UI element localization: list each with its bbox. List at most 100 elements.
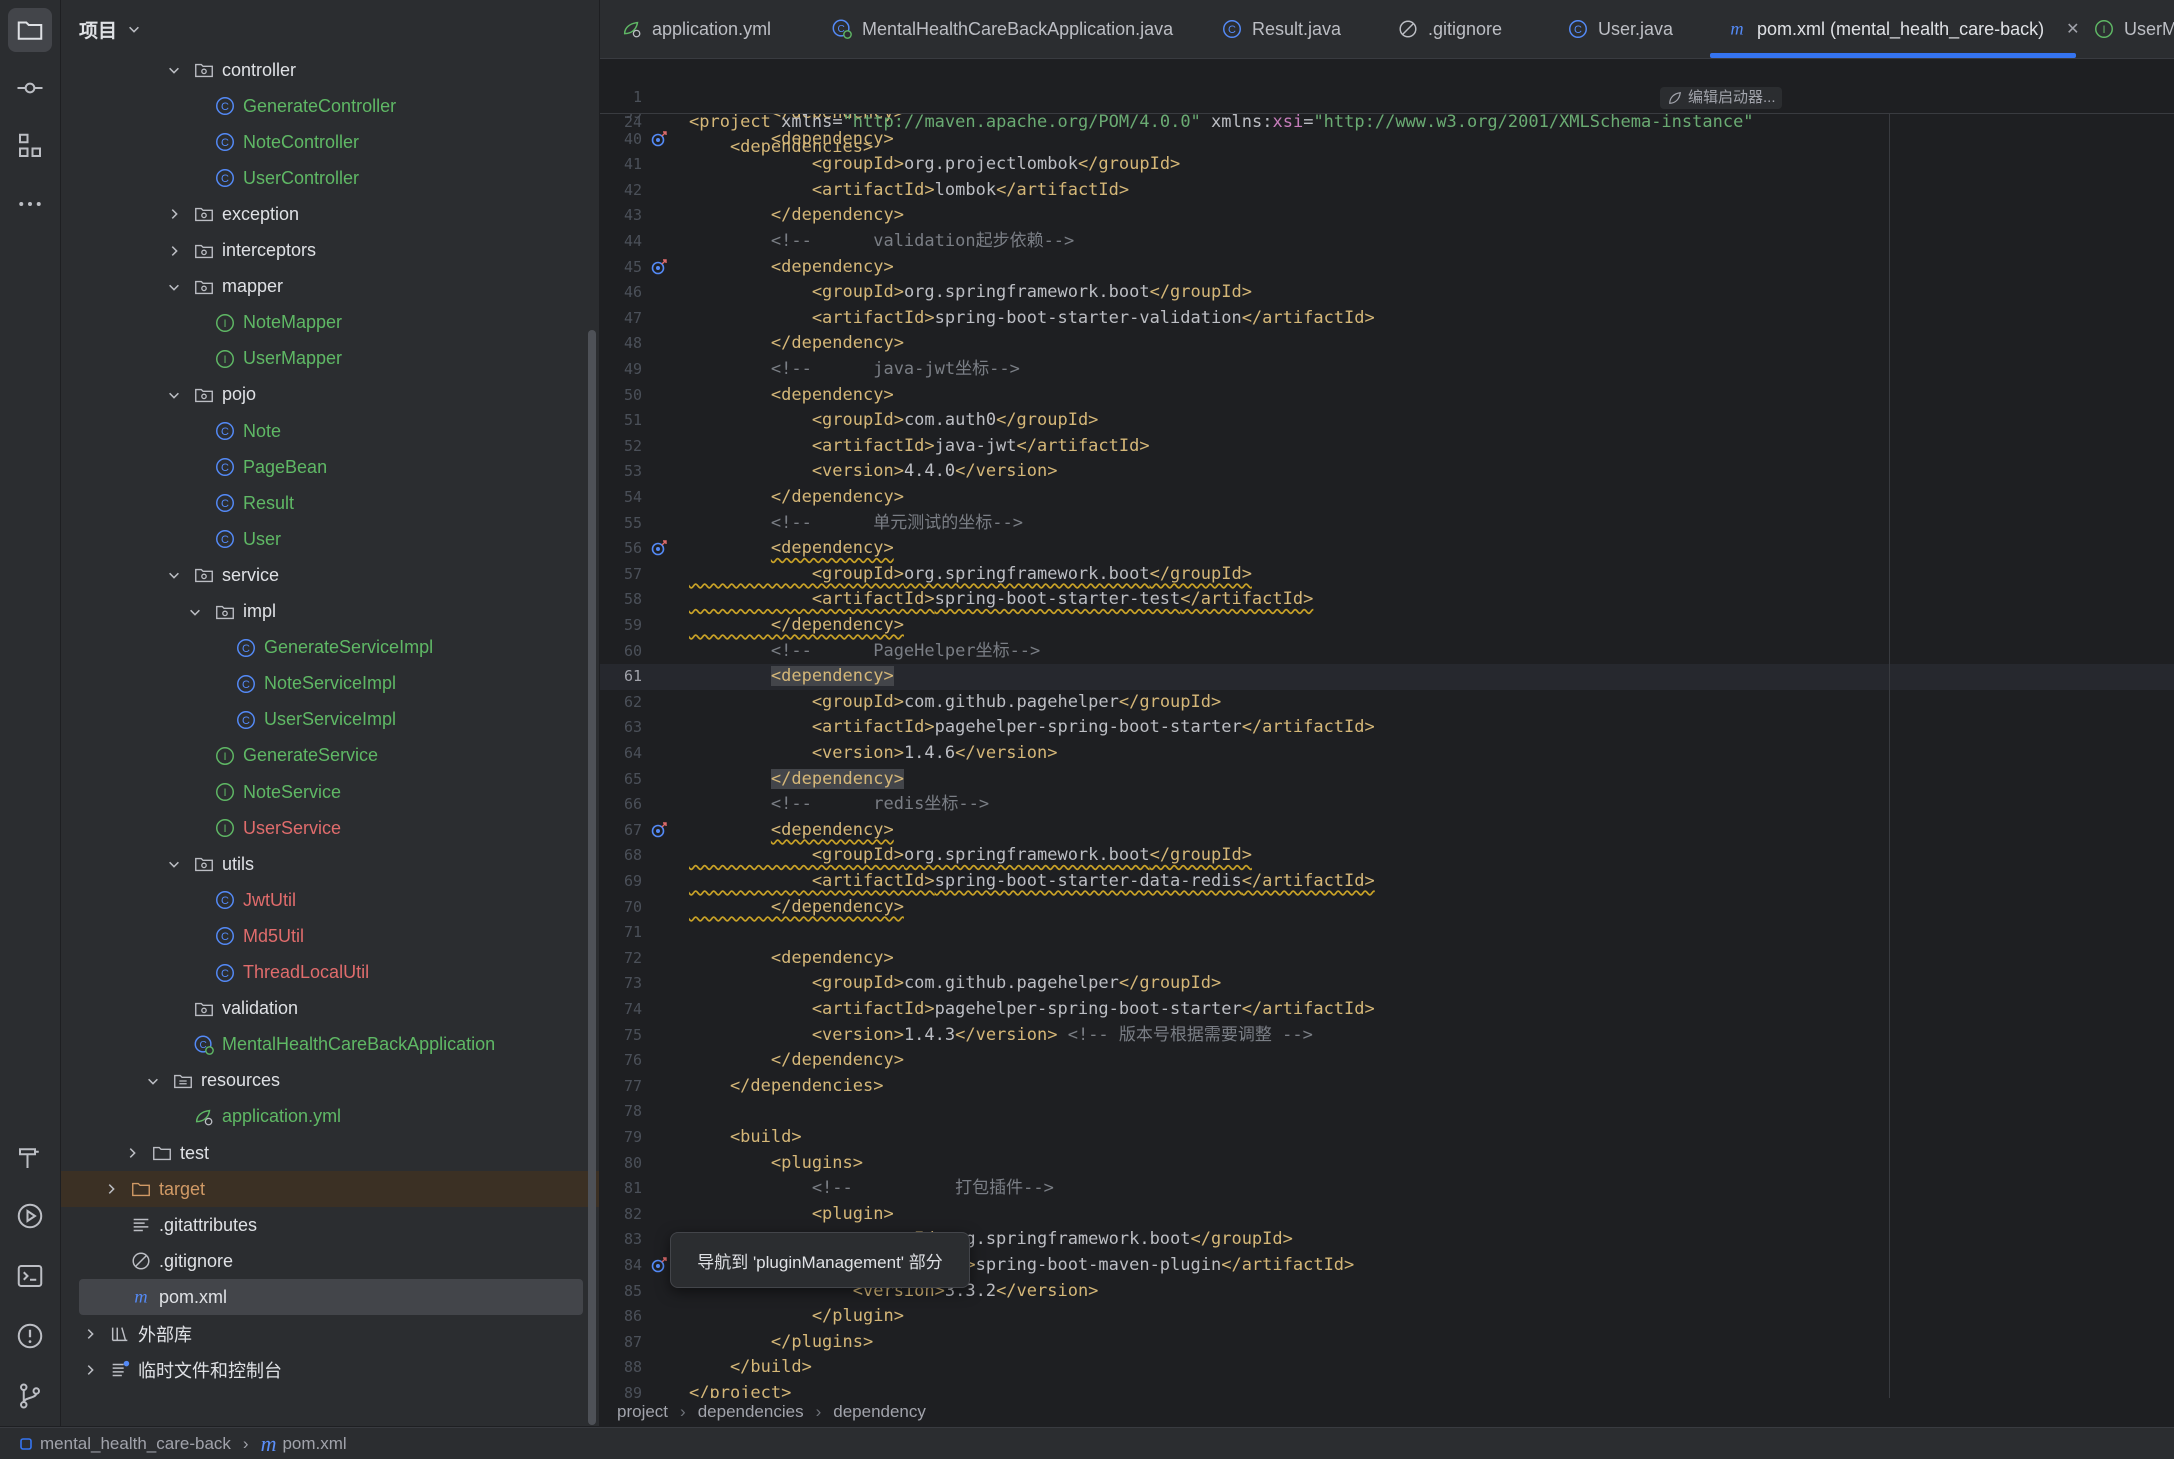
commit-tool-button[interactable] (8, 66, 52, 110)
tree-item-generateserviceimpl[interactable]: C GenerateServiceImpl (61, 630, 599, 666)
line-number[interactable]: 47 (600, 306, 642, 332)
code-line[interactable]: 71 (600, 920, 2174, 946)
code-line[interactable]: 47 <artifactId>spring-boot-starter-valid… (600, 306, 2174, 332)
tree-item-usermapper[interactable]: I UserMapper (61, 341, 599, 377)
code-line[interactable]: 48 </dependency> (600, 331, 2174, 357)
terminal-tool-button[interactable] (8, 1254, 52, 1298)
code-line[interactable]: 64 <version>1.4.6</version> (600, 741, 2174, 767)
tab-gitignore[interactable]: .gitignore (1396, 0, 1502, 58)
line-number[interactable]: 64 (600, 741, 642, 767)
status-file-name[interactable]: pom.xml (282, 1434, 346, 1454)
tree-item-service[interactable]: service (61, 557, 599, 593)
code-line[interactable]: 49 <!-- java-jwt坐标--> (600, 357, 2174, 383)
line-number[interactable]: 81 (600, 1176, 642, 1202)
line-number[interactable]: 80 (600, 1151, 642, 1177)
chevron-down-icon[interactable] (164, 385, 184, 405)
line-number[interactable]: 44 (600, 229, 642, 255)
line-number[interactable]: 48 (600, 331, 642, 357)
tree-item-pojo[interactable]: pojo (61, 377, 599, 413)
code-line[interactable]: 60 <!-- PageHelper坐标--> (600, 639, 2174, 665)
line-number[interactable]: 73 (600, 971, 642, 997)
code-line[interactable]: 42 <artifactId>lombok</artifactId> (600, 178, 2174, 204)
code-line[interactable]: 81 <!-- 打包插件--> (600, 1176, 2174, 1202)
sticky-line-project[interactable]: 1 <project xmlns="http://maven.apache.or… (600, 59, 2174, 133)
line-number[interactable]: 87 (600, 1330, 642, 1356)
line-number[interactable]: 53 (600, 459, 642, 485)
chevron-down-icon[interactable] (164, 854, 184, 874)
code-line[interactable]: 46 <groupId>org.springframework.boot</gr… (600, 280, 2174, 306)
line-number[interactable]: 88 (600, 1355, 642, 1381)
line-number[interactable]: 78 (600, 1099, 642, 1125)
tree-item-mapper[interactable]: mapper (61, 269, 599, 305)
chevron-right-icon[interactable] (164, 204, 184, 224)
close-icon[interactable]: ✕ (2066, 19, 2079, 39)
tab-mentalhealthcarebackapplication-java[interactable]: C MentalHealthCareBackApplication.java (830, 0, 1173, 58)
code-line[interactable]: 58 <artifactId>spring-boot-starter-test<… (600, 587, 2174, 613)
line-number[interactable]: 79 (600, 1125, 642, 1151)
run-tool-button[interactable] (8, 1194, 52, 1238)
line-number[interactable]: 84 (600, 1253, 642, 1279)
overrides-gutter-icon[interactable] (650, 1256, 668, 1274)
code-line[interactable]: 63 <artifactId>pagehelper-spring-boot-st… (600, 715, 2174, 741)
breadcrumb-dependencies[interactable]: dependencies (698, 1402, 804, 1422)
tree-item-validation[interactable]: validation (61, 991, 599, 1027)
build-tool-button[interactable] (8, 1136, 52, 1180)
line-number[interactable]: 75 (600, 1023, 642, 1049)
project-tool-button[interactable] (8, 8, 52, 52)
code-line[interactable]: 86 </plugin> (600, 1304, 2174, 1330)
line-number[interactable]: 54 (600, 485, 642, 511)
chevron-down-icon[interactable] (164, 565, 184, 585)
tab-result-java[interactable]: C Result.java (1220, 0, 1341, 58)
code-line[interactable]: 75 <version>1.4.3</version> <!-- 版本号根据需要… (600, 1023, 2174, 1049)
code-line[interactable]: 61 <dependency> (600, 664, 2174, 690)
code-line[interactable]: 66 <!-- redis坐标--> (600, 792, 2174, 818)
tree-item-user[interactable]: C User (61, 521, 599, 557)
tree-item-noteservice[interactable]: I NoteService (61, 774, 599, 810)
code-line[interactable]: 80 <plugins> (600, 1151, 2174, 1177)
tree-item-[interactable]: 临时文件和控制台 (61, 1352, 599, 1388)
overrides-gutter-icon[interactable] (650, 258, 668, 276)
chevron-down-icon[interactable] (143, 1071, 163, 1091)
code-line[interactable]: 72 <dependency> (600, 946, 2174, 972)
more-tools-button[interactable] (8, 182, 52, 226)
code-line[interactable]: 44 <!-- validation起步依赖--> (600, 229, 2174, 255)
line-number[interactable]: 60 (600, 639, 642, 665)
line-number[interactable]: 76 (600, 1048, 642, 1074)
code-line[interactable]: 69 <artifactId>spring-boot-starter-data-… (600, 869, 2174, 895)
code-line[interactable]: 79 <build> (600, 1125, 2174, 1151)
tree-item-application-yml[interactable]: application.yml (61, 1099, 599, 1135)
code-line[interactable]: 65 </dependency> (600, 767, 2174, 793)
tree-item-userserviceimpl[interactable]: C UserServiceImpl (61, 702, 599, 738)
chevron-right-icon[interactable] (80, 1360, 100, 1380)
tree-item-threadlocalutil[interactable]: C ThreadLocalUtil (61, 955, 599, 991)
chevron-right-icon[interactable] (164, 241, 184, 261)
tree-item-controller[interactable]: controller (61, 52, 599, 88)
status-project-name[interactable]: mental_health_care-back (40, 1434, 231, 1454)
code-line[interactable]: 45 <dependency> (600, 255, 2174, 281)
project-panel-header[interactable]: 项目 (61, 0, 599, 58)
line-number[interactable]: 74 (600, 997, 642, 1023)
tab-application-yml[interactable]: application.yml (620, 0, 771, 58)
line-number[interactable]: 49 (600, 357, 642, 383)
tree-item-pagebean[interactable]: C PageBean (61, 449, 599, 485)
code-line[interactable]: 59 </dependency> (600, 613, 2174, 639)
tree-item-gitattributes[interactable]: .gitattributes (61, 1207, 599, 1243)
code-line[interactable]: 62 <groupId>com.github.pagehelper</group… (600, 690, 2174, 716)
tree-item-userservice[interactable]: I UserService (61, 810, 599, 846)
line-number[interactable]: 82 (600, 1202, 642, 1228)
code-line[interactable]: 82 <plugin> (600, 1202, 2174, 1228)
tree-item-notemapper[interactable]: I NoteMapper (61, 305, 599, 341)
structure-tool-button[interactable] (8, 124, 52, 168)
code-line[interactable]: 52 <artifactId>java-jwt</artifactId> (600, 434, 2174, 460)
line-number[interactable]: 66 (600, 792, 642, 818)
chevron-down-icon[interactable] (127, 22, 141, 36)
edit-launcher-hint[interactable]: 编辑启动器... (1660, 87, 1782, 109)
code-line[interactable]: 50 <dependency> (600, 383, 2174, 409)
breadcrumb-dependency[interactable]: dependency (833, 1402, 926, 1422)
code-line[interactable]: 68 <groupId>org.springframework.boot</gr… (600, 843, 2174, 869)
breadcrumb-project[interactable]: project (617, 1402, 668, 1422)
line-number[interactable]: 77 (600, 1074, 642, 1100)
code-line[interactable]: 67 <dependency> (600, 818, 2174, 844)
project-panel-scrollbar[interactable] (588, 330, 596, 1425)
tab-user-java[interactable]: C User.java (1566, 0, 1673, 58)
